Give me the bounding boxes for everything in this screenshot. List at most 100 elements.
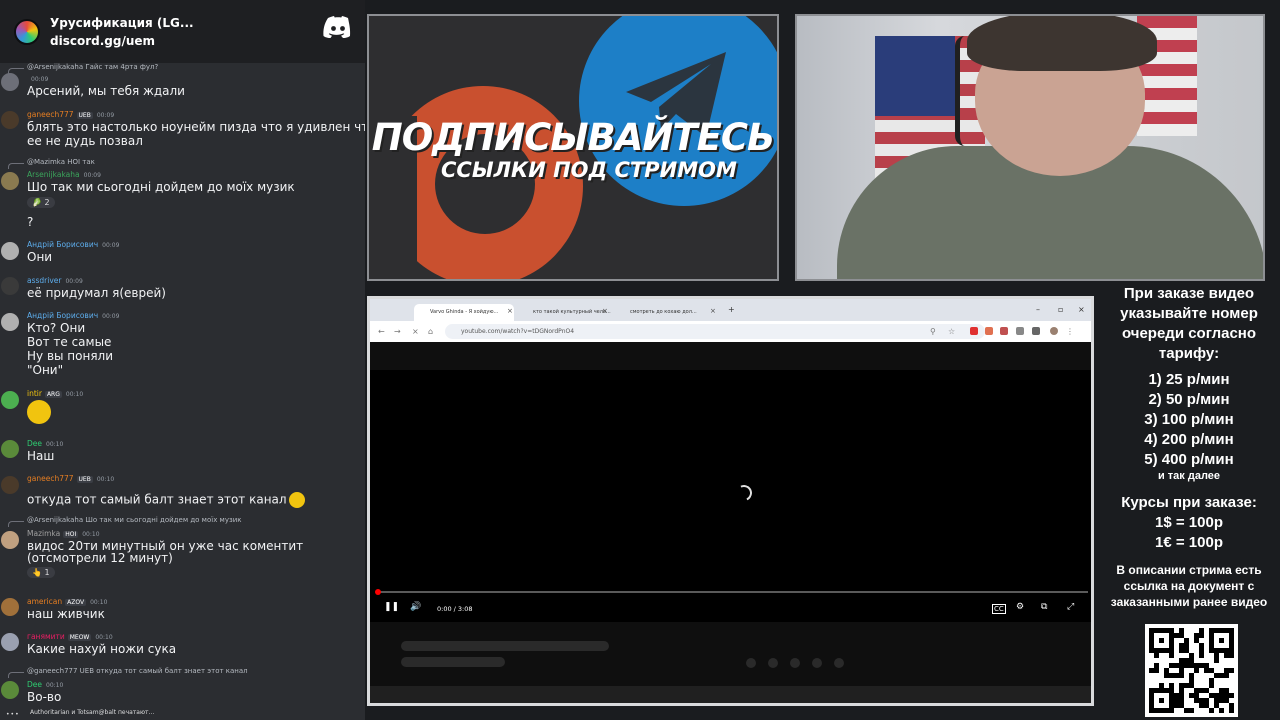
pause-icon[interactable]: ❚❚ — [384, 602, 399, 612]
avatar[interactable] — [1, 172, 19, 190]
video-info-loading — [370, 622, 1091, 686]
settings-gear-icon[interactable]: ⚙ — [1016, 602, 1024, 612]
message-text: блять это настолько ноунейм пизда что я … — [27, 120, 365, 148]
avatar[interactable] — [1, 681, 19, 699]
avatar[interactable] — [1, 391, 19, 409]
timestamp: 00:09 — [96, 112, 115, 119]
username-text: Dee — [27, 680, 43, 689]
rates-list: 1) 25 р/мин 2) 50 р/мин 3) 100 р/мин 4) … — [1100, 370, 1278, 482]
extension-icon[interactable] — [985, 327, 993, 335]
extension-icon[interactable] — [1000, 327, 1008, 335]
username[interactable]: ганямити MEOW 00:10 — [27, 632, 113, 641]
video-player[interactable]: ❚❚ 🔊 0:00 / 3:08 CC ⚙ ⧉ ⤢ — [370, 370, 1091, 622]
close-tab-icon[interactable]: × — [710, 307, 716, 315]
role-badge: MEOW — [67, 634, 92, 641]
message-text: наш живчик — [27, 607, 105, 621]
progress-bar[interactable] — [375, 589, 1088, 595]
skeleton-dot — [834, 658, 844, 668]
timestamp: 00:09 — [31, 76, 49, 83]
back-icon[interactable]: ← — [378, 327, 385, 336]
bookmark-star-icon[interactable]: ☆ — [948, 327, 955, 336]
progress-scrubber[interactable] — [375, 589, 381, 595]
avatar[interactable] — [1, 277, 19, 295]
minimize-icon[interactable]: – — [1036, 305, 1040, 314]
miniplayer-icon[interactable]: ⧉ — [1041, 602, 1047, 612]
leaf-emoji-icon: 🥬 — [32, 198, 42, 207]
home-icon[interactable]: ⌂ — [428, 327, 433, 336]
rate-item: 4) 200 р/мин — [1144, 431, 1234, 448]
new-tab-icon[interactable]: + — [728, 305, 735, 314]
username[interactable]: Dee 00:10 — [27, 680, 63, 689]
message-text: откуда тот самый балт знает этот канал — [27, 492, 305, 508]
close-window-icon[interactable]: × — [1078, 305, 1085, 314]
avatar[interactable] — [1, 111, 19, 129]
chat-header: Урусификация (LG... discord.gg/uem — [0, 0, 365, 63]
profile-avatar[interactable] — [1050, 327, 1058, 335]
timestamp: 00:09 — [83, 172, 101, 179]
role-badge: ARG — [44, 391, 62, 398]
username[interactable]: Mazimka HOI 00:10 — [27, 529, 100, 538]
extensions-icon[interactable] — [1016, 327, 1024, 335]
role-badge: UEB — [76, 476, 93, 483]
username[interactable]: intir ARG 00:10 — [27, 389, 83, 398]
avatar[interactable] — [1, 531, 19, 549]
captions-icon[interactable]: CC — [992, 604, 1006, 614]
course-item: 1$ = 100р — [1155, 514, 1223, 531]
username[interactable]: 00:09 — [27, 74, 48, 83]
avatar[interactable] — [1, 598, 19, 616]
server-invite[interactable]: discord.gg/uem — [50, 34, 194, 48]
fullscreen-icon[interactable]: ⤢ — [1067, 602, 1074, 612]
reply-preview[interactable]: @Arsenijkakaha Шо так ми сьогодні дойдем… — [27, 516, 241, 524]
username[interactable]: ganeech777 UEB 00:09 — [27, 110, 114, 119]
avatar[interactable] — [1, 440, 19, 458]
avatar[interactable] — [1, 242, 19, 260]
stop-icon[interactable]: × — [412, 327, 419, 336]
skeleton-dot — [746, 658, 756, 668]
username[interactable]: Dee 00:10 — [27, 439, 63, 448]
forward-icon[interactable]: → — [394, 327, 401, 336]
username[interactable]: Андрій Борисович 00:09 — [27, 311, 119, 320]
reply-line — [8, 521, 24, 527]
message-text: Они — [27, 250, 53, 264]
volume-icon[interactable]: 🔊 — [410, 602, 421, 612]
username[interactable]: Arsenijkakaha 00:09 — [27, 170, 101, 179]
avatar[interactable] — [1, 633, 19, 651]
message-text: Кто? Они Вот те самые Ну вы поняли "Они" — [27, 321, 114, 377]
username[interactable]: Андрій Борисович 00:09 — [27, 240, 119, 249]
reaction[interactable]: 🥬 2 — [27, 197, 55, 208]
reply-preview[interactable]: @Mazimka HOI так — [27, 158, 95, 166]
avatar[interactable] — [1, 313, 19, 331]
close-tab-icon[interactable]: × — [507, 307, 513, 315]
tab-label: кто такой культурный чело... — [533, 309, 611, 315]
thinking-emoji-icon — [288, 492, 305, 508]
message-text: ? — [27, 215, 34, 229]
reaction[interactable]: 👆 1 — [27, 567, 55, 578]
username[interactable]: ganeech777 UEB 00:10 — [27, 474, 114, 483]
reply-preview[interactable]: @Arsenijkakaha Гайс там 4рта фул? — [27, 63, 158, 71]
menu-kebab-icon[interactable]: ⋮ — [1066, 327, 1074, 336]
avatar[interactable] — [1, 73, 19, 91]
tab-active[interactable]: Varvo Ghinda - Я хойдую... — [414, 304, 514, 321]
description-note: В описании стрима есть ссылка на докумен… — [1110, 563, 1268, 609]
zoom-icon[interactable]: ⚲ — [930, 327, 936, 336]
close-tab-icon[interactable]: × — [602, 307, 608, 315]
tab[interactable]: кто такой культурный чело... — [517, 304, 611, 321]
username[interactable]: american AZOV 00:10 — [27, 597, 107, 606]
timestamp: 00:09 — [102, 242, 120, 249]
browser-footer — [370, 686, 1091, 703]
reply-preview[interactable]: @ganeech777 UEB откуда тот самый балт зн… — [27, 667, 248, 675]
banner-title: ПОДПИСЫВАЙТЕСЬ — [371, 116, 775, 159]
tab[interactable]: смотреть до кохаю дол... — [614, 304, 709, 321]
url-input[interactable]: youtube.com/watch?v=tDGNordPnO4 — [445, 324, 985, 339]
server-icon[interactable] — [14, 18, 40, 45]
skeleton-line — [401, 641, 609, 651]
maximize-icon[interactable]: ▫ — [1058, 305, 1063, 314]
avatar[interactable] — [1, 476, 19, 494]
loading-spinner-icon — [733, 482, 755, 504]
username[interactable]: assdriver 00:09 — [27, 276, 83, 285]
rates-more: и так далее — [1157, 470, 1221, 482]
extension-icon[interactable] — [970, 327, 978, 335]
order-info-panel: При заказе видео указывайте номер очеред… — [1100, 284, 1278, 610]
sidebar-icon[interactable] — [1032, 327, 1040, 335]
timestamp: 00:10 — [82, 531, 100, 538]
